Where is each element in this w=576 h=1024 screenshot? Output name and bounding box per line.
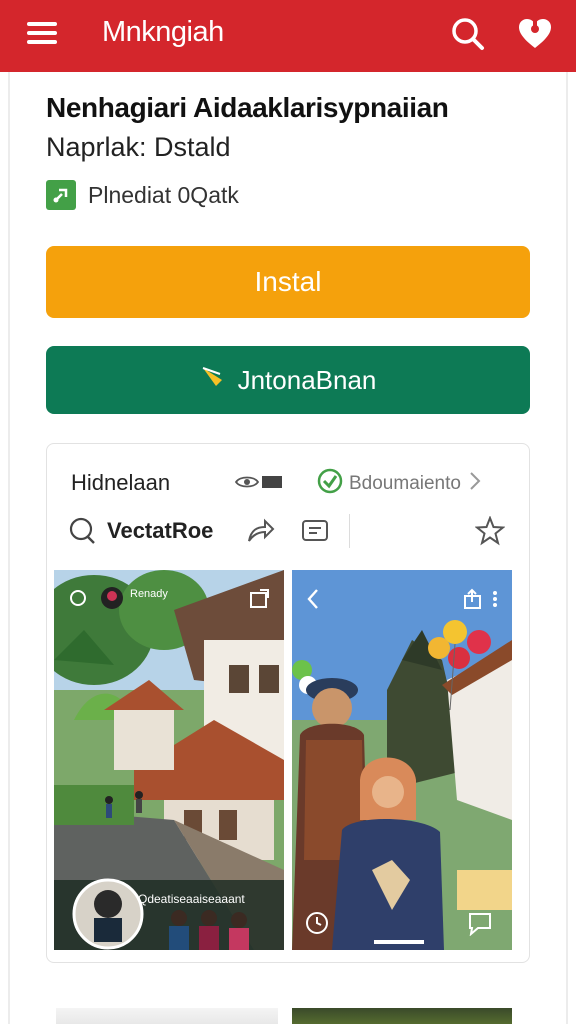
card-action-label: VectatRoe xyxy=(107,518,214,543)
comment-icon[interactable] xyxy=(466,910,494,941)
people-scene-image xyxy=(292,570,512,950)
back-icon[interactable] xyxy=(306,588,320,615)
more-icon[interactable] xyxy=(492,590,498,613)
message-icon[interactable] xyxy=(301,518,329,549)
gallery-photo-building[interactable]: Renady Qdeatiseaaiseaaant xyxy=(54,570,284,950)
share-icon[interactable] xyxy=(245,516,275,551)
app-meta-text: Plnediat 0Qatk xyxy=(88,181,239,208)
refresh-icon[interactable] xyxy=(68,588,88,613)
documents-label: Bdoumaiento xyxy=(349,472,461,494)
battery-icon xyxy=(261,475,283,494)
app-meta: Plnediat 0Qatk xyxy=(46,180,239,210)
eye-icon xyxy=(234,474,260,495)
card-action-row: VectatRoe xyxy=(69,514,509,550)
chevron-right-icon xyxy=(469,471,481,496)
card-title: Hidnelaan xyxy=(71,470,171,495)
photo-caption: Qdeatiseaaiseaaant xyxy=(138,892,245,906)
avatar xyxy=(100,586,124,615)
views-indicator[interactable] xyxy=(234,474,283,495)
heart-icon[interactable] xyxy=(514,14,556,54)
star-icon[interactable] xyxy=(474,515,506,551)
next-item-preview xyxy=(56,1008,278,1024)
search-icon[interactable] xyxy=(448,14,488,54)
secondary-action-button[interactable]: JntonaBnan xyxy=(46,346,530,414)
gallery-photo-people[interactable] xyxy=(292,570,512,950)
secondary-action-label: JntonaBnan xyxy=(237,364,377,395)
install-button-label: Instal xyxy=(254,266,322,297)
arrow-icon xyxy=(200,364,230,397)
search-icon[interactable] xyxy=(69,516,97,546)
menu-icon[interactable] xyxy=(22,18,62,54)
next-item-preview-2 xyxy=(292,1008,512,1024)
expand-icon[interactable] xyxy=(248,588,270,615)
share-icon[interactable] xyxy=(462,588,484,615)
app-name: Nenhagiari Aidaaklarisypnaiian xyxy=(46,92,449,123)
category-icon xyxy=(46,180,76,210)
app-bar-title: Mnkngiah xyxy=(102,16,224,48)
photo-tag: Renady xyxy=(130,588,168,600)
app-subtitle: Naprlak: Dstald xyxy=(46,132,231,162)
install-button[interactable]: Instal xyxy=(46,246,530,318)
timer-icon[interactable] xyxy=(304,910,330,941)
divider xyxy=(349,514,350,548)
check-circle-icon xyxy=(317,468,343,499)
app-bar: Mnkngiah xyxy=(0,0,576,72)
documents-link[interactable]: Bdoumaiento xyxy=(317,468,481,499)
